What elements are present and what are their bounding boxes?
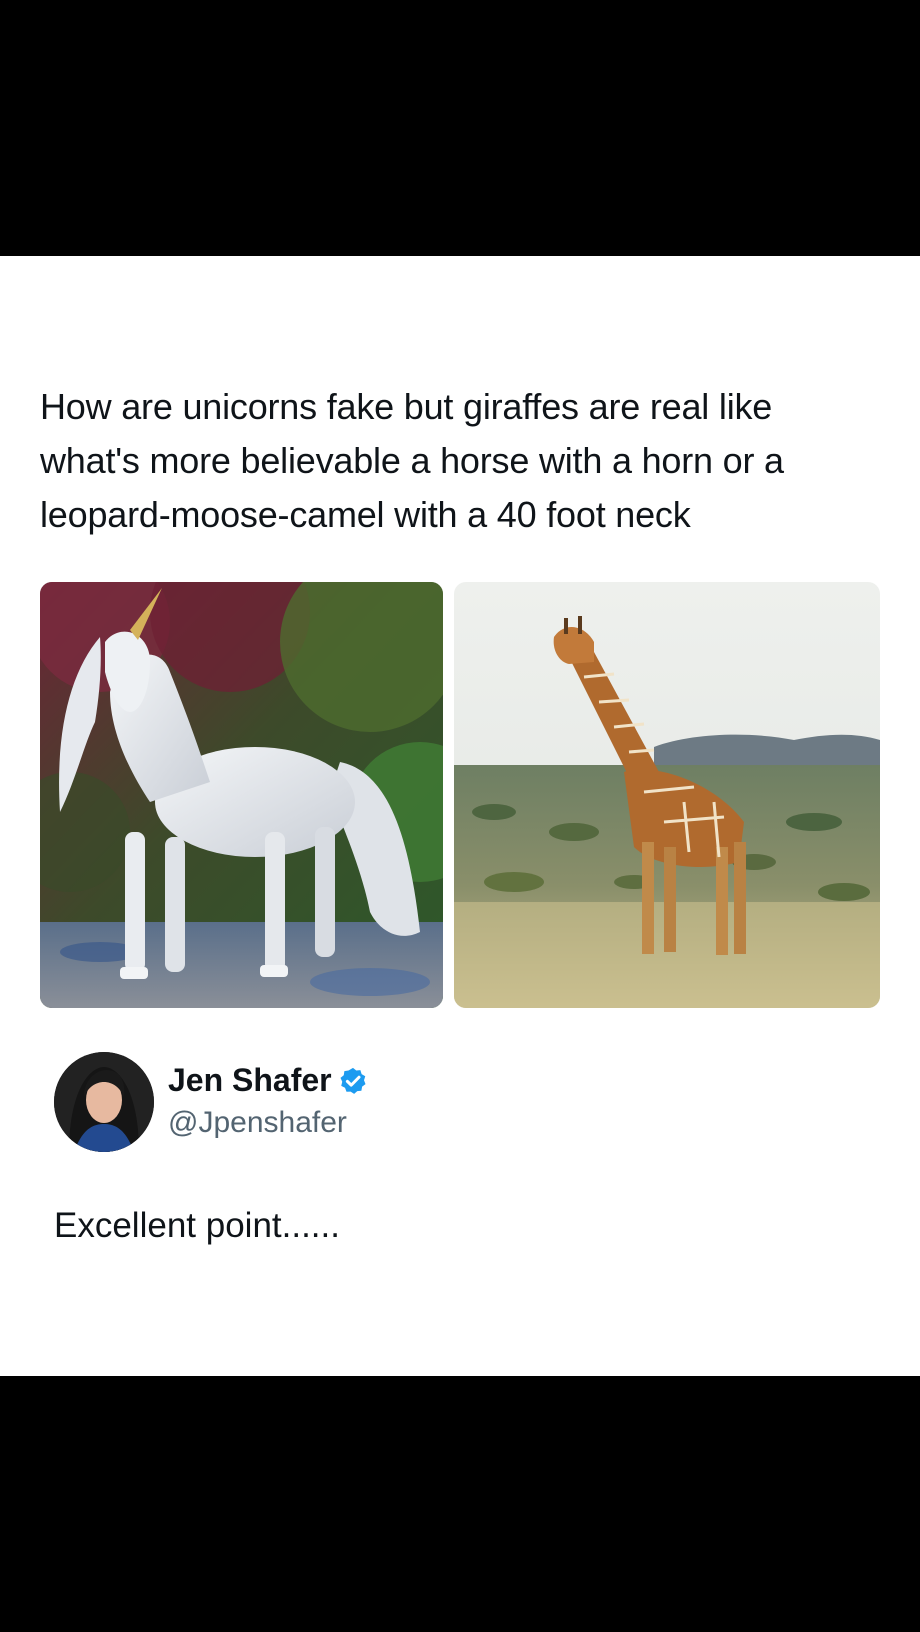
giraffe-image[interactable] xyxy=(454,582,880,1008)
media-grid xyxy=(40,582,880,1008)
reply-header: Jen Shafer @Jpenshafer xyxy=(54,1052,854,1162)
verified-badge-icon xyxy=(338,1066,368,1096)
avatar-photo xyxy=(54,1052,154,1152)
avatar[interactable] xyxy=(54,1052,154,1152)
reply-text: Excellent point...... xyxy=(54,1206,340,1245)
unicorn-photo xyxy=(40,582,443,1008)
top-letterbox xyxy=(0,0,920,256)
post-text: How are unicorns fake but giraffes are r… xyxy=(40,386,784,535)
author-handle[interactable]: @Jpenshafer xyxy=(168,1106,347,1140)
giraffe-photo xyxy=(454,582,880,1008)
unicorn-image[interactable] xyxy=(40,582,443,1008)
bottom-letterbox xyxy=(0,1376,920,1632)
author-name[interactable]: Jen Shafer xyxy=(168,1062,368,1099)
author-name-text: Jen Shafer xyxy=(168,1062,332,1098)
